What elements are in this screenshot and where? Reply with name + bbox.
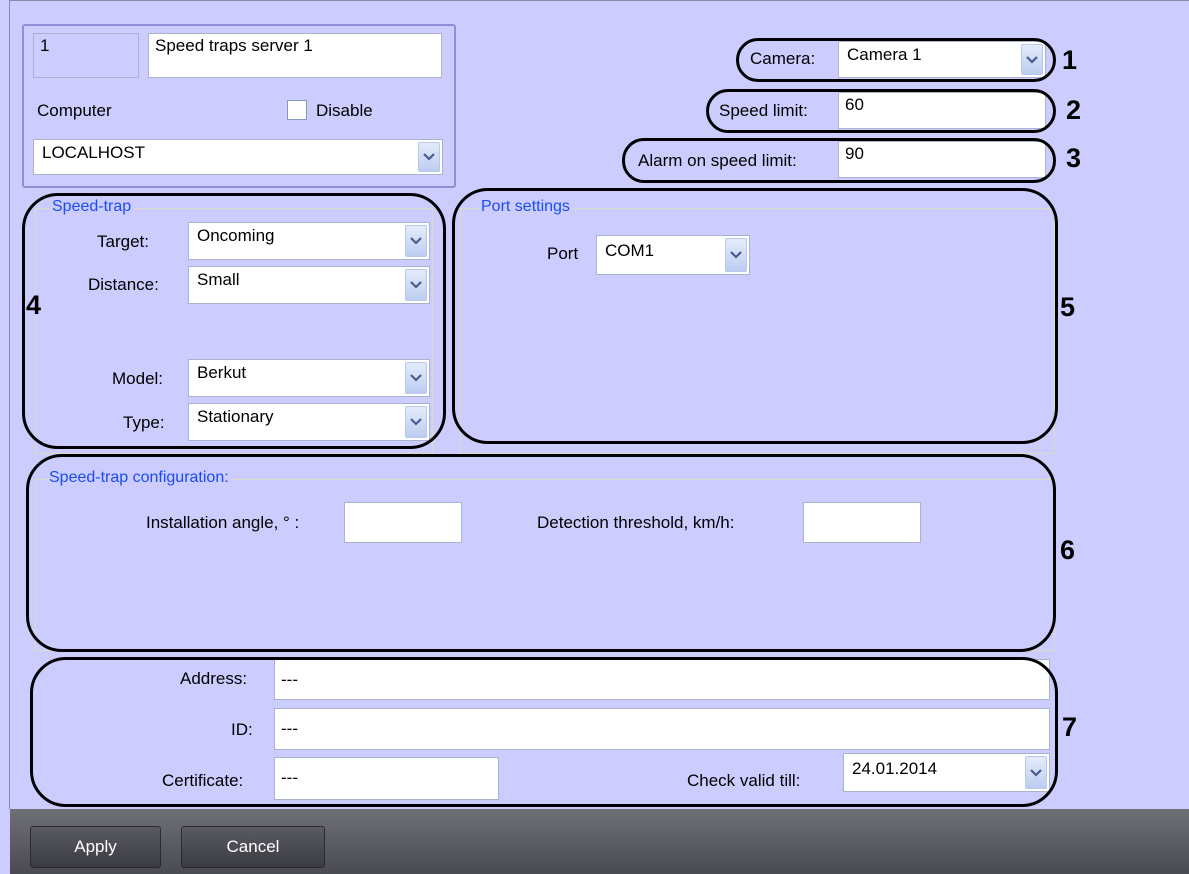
- computer-label: Computer: [37, 101, 112, 120]
- callout-number-7: 7: [1062, 712, 1078, 742]
- server-name-field[interactable]: Speed traps server 1: [148, 33, 442, 78]
- window-left-border: [9, 0, 10, 809]
- computer-select-value: LOCALHOST: [42, 143, 145, 162]
- disable-label: Disable: [316, 101, 373, 120]
- callout-number-4: 4: [26, 290, 42, 320]
- callout-oval-7: [30, 657, 1058, 807]
- callout-number-3: 3: [1066, 143, 1082, 173]
- callout-oval-6: [26, 454, 1056, 652]
- callout-oval-1: [736, 38, 1056, 82]
- callout-number-2: 2: [1066, 95, 1082, 125]
- callout-number-1: 1: [1062, 45, 1078, 75]
- server-id-field[interactable]: 1: [33, 33, 139, 78]
- callout-number-5: 5: [1060, 292, 1076, 322]
- callout-oval-5: [452, 188, 1058, 444]
- server-name-value: Speed traps server 1: [155, 36, 313, 55]
- callout-oval-4: [22, 193, 446, 449]
- callout-number-6: 6: [1060, 535, 1076, 565]
- callout-oval-2: [706, 89, 1056, 133]
- disable-checkbox[interactable]: [287, 100, 307, 120]
- cancel-button[interactable]: Cancel: [181, 826, 325, 868]
- callout-oval-3: [622, 138, 1056, 183]
- window-top-border: [10, 0, 1189, 1]
- server-id-value: 1: [40, 36, 50, 55]
- apply-button[interactable]: Apply: [30, 826, 161, 868]
- chevron-down-icon[interactable]: [418, 142, 440, 172]
- computer-select[interactable]: LOCALHOST: [33, 139, 443, 175]
